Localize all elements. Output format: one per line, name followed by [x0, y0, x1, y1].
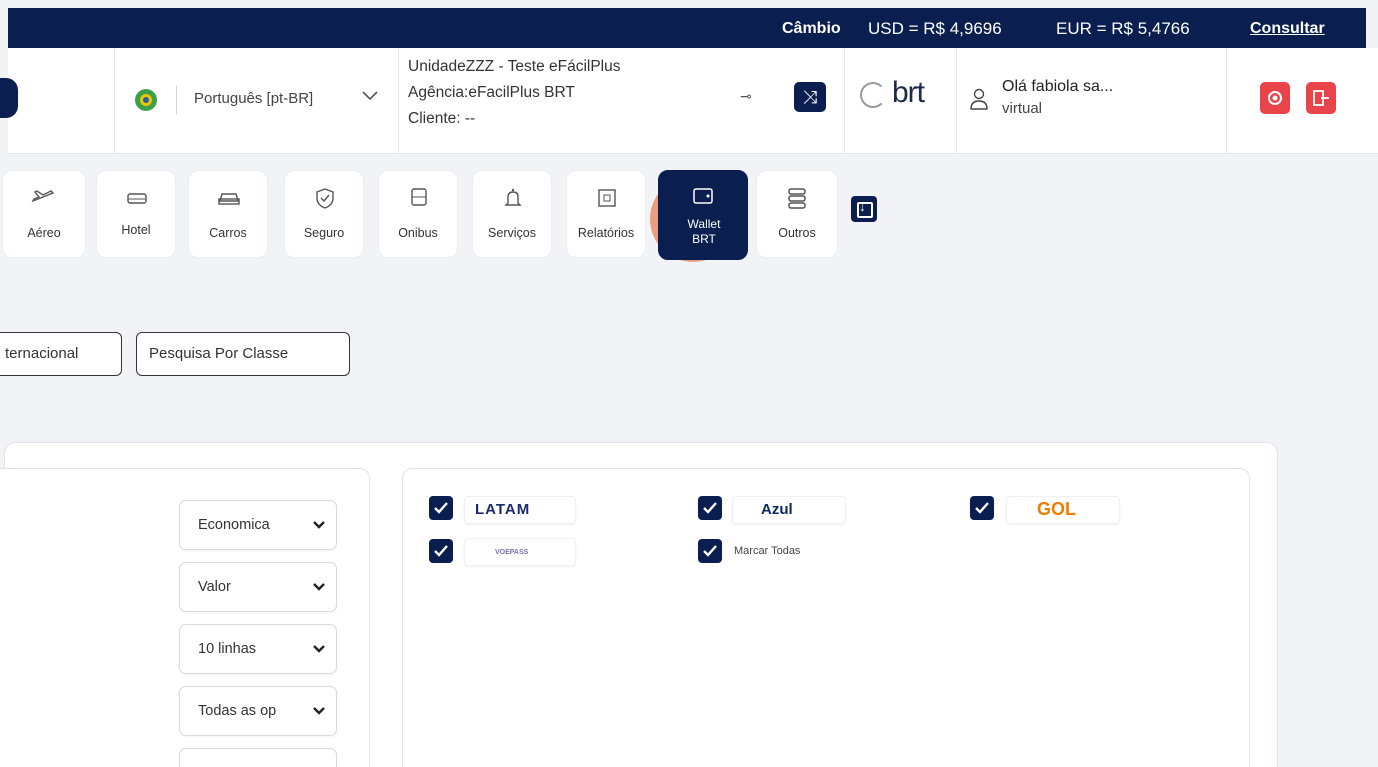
- usd-rate: USD = R$ 4,9696: [868, 19, 1002, 38]
- sort-value: Valor: [198, 579, 231, 595]
- session-info: UnidadeZZZ - Teste eFácilPlus Agência:eF…: [408, 54, 621, 132]
- header-divider: [844, 48, 845, 154]
- bed-icon: [127, 193, 147, 204]
- module-label: Wallet BRT: [687, 217, 721, 246]
- module-carros[interactable]: Carros: [188, 170, 268, 258]
- module-hotel[interactable]: Hotel: [96, 170, 176, 258]
- unit-name: UnidadeZZZ - Teste eFácilPlus: [408, 58, 621, 75]
- sort-select[interactable]: Valor: [179, 562, 337, 612]
- logout-button[interactable]: [1306, 82, 1336, 114]
- module-label: Onibus: [398, 226, 438, 240]
- exchange-label: Câmbio: [782, 20, 841, 37]
- bell-icon: [504, 188, 522, 206]
- module-aereo[interactable]: Aéreo: [2, 170, 86, 258]
- bus-icon: [411, 188, 427, 206]
- settings-button[interactable]: [1260, 82, 1290, 114]
- header-divider: [398, 48, 399, 154]
- consult-link[interactable]: Consultar: [1250, 20, 1325, 38]
- logout-icon: [1313, 90, 1329, 106]
- azul-checkbox[interactable]: [698, 496, 722, 520]
- check-icon: [975, 502, 989, 514]
- chevron-down-icon: [313, 521, 325, 529]
- gol-label: GOL: [1037, 499, 1076, 519]
- brand-text: brt: [892, 76, 925, 109]
- chevron-down-icon: [313, 707, 325, 715]
- agency-name: Agência:eFacilPlus BRT: [408, 84, 575, 101]
- module-label: Relatórios: [577, 226, 635, 240]
- gear-icon: [1268, 91, 1282, 105]
- chevron-down-icon: [313, 583, 325, 591]
- check-icon: [434, 502, 448, 514]
- wallet-icon: [693, 188, 713, 204]
- module-seguro[interactable]: Seguro: [284, 170, 364, 258]
- module-label: Seguro: [303, 226, 345, 240]
- voepass-logo: VOEPASS: [464, 538, 576, 566]
- options-select[interactable]: Todas as op: [179, 686, 337, 736]
- gol-checkbox[interactable]: [970, 496, 994, 520]
- extra-select[interactable]: [179, 748, 337, 767]
- report-icon: [598, 189, 616, 207]
- voepass-label: VOEPASS: [495, 549, 529, 556]
- class-search-button[interactable]: Pesquisa Por Classe: [136, 332, 350, 376]
- module-label: Serviços: [488, 226, 536, 240]
- client-name: Cliente: --: [408, 110, 476, 127]
- car-icon: [218, 193, 240, 205]
- module-onibus[interactable]: Onibus: [378, 170, 458, 258]
- rows-select[interactable]: 10 linhas: [179, 624, 337, 674]
- module-relatorios[interactable]: Relatórios: [566, 170, 646, 258]
- switch-session-button[interactable]: ⤨: [794, 82, 826, 112]
- shield-icon: [316, 188, 334, 209]
- rows-value: 10 linhas: [198, 641, 257, 657]
- select-all-checkbox[interactable]: [698, 539, 722, 563]
- gol-logo: GOL: [1006, 496, 1120, 524]
- download-button[interactable]: [851, 196, 877, 222]
- eur-rate: EUR = R$ 5,4766: [1056, 19, 1190, 38]
- options-value: Todas as op: [198, 703, 277, 719]
- app-header: Português [pt-BR] UnidadeZZZ - Teste eFá…: [0, 48, 1378, 154]
- latam-label: LATAM: [475, 501, 531, 518]
- language-separator: [176, 86, 177, 114]
- brt-logo: brt: [860, 76, 946, 116]
- chevron-down-icon[interactable]: [361, 89, 379, 103]
- check-icon: [703, 545, 717, 557]
- voepass-checkbox[interactable]: [429, 539, 453, 563]
- exchange-bar: Câmbio USD = R$ 4,9696 EUR = R$ 5,4766 C…: [8, 8, 1366, 48]
- language-flag-icon[interactable]: [135, 89, 157, 111]
- azul-label: Azul: [761, 501, 793, 518]
- user-role: virtual: [1002, 100, 1043, 117]
- module-label: Carros: [209, 226, 247, 240]
- user-greeting[interactable]: Olá fabiola sa...: [1002, 78, 1113, 96]
- cabin-select[interactable]: Economica: [179, 500, 337, 550]
- module-label: Outros: [778, 226, 816, 240]
- module-outros[interactable]: Outros: [756, 170, 838, 258]
- module-servicos[interactable]: Serviços: [472, 170, 552, 258]
- cabin-value: Economica: [198, 517, 270, 533]
- chevron-down-icon: [313, 645, 325, 653]
- plug-icon: ⊸: [740, 88, 752, 104]
- header-divider: [956, 48, 957, 154]
- check-icon: [703, 502, 717, 514]
- module-label: Hotel: [121, 223, 151, 237]
- language-selector[interactable]: Português [pt-BR]: [194, 90, 313, 107]
- logo-mark-icon: [860, 82, 886, 108]
- user-icon: [970, 88, 988, 110]
- check-icon: [434, 545, 448, 557]
- header-divider: [1226, 48, 1227, 154]
- header-divider: [114, 48, 115, 154]
- select-all-label[interactable]: Marcar Todas: [734, 545, 800, 557]
- international-search-button[interactable]: ternacional: [0, 332, 122, 376]
- latam-checkbox[interactable]: [429, 496, 453, 520]
- module-label: Aéreo: [27, 226, 61, 240]
- plane-icon: [31, 190, 55, 203]
- azul-logo: Azul: [732, 496, 846, 524]
- stack-icon: [788, 188, 806, 209]
- latam-logo: LATAM: [464, 496, 576, 524]
- module-wallet-brt[interactable]: Wallet BRT: [658, 170, 748, 260]
- menu-toggle[interactable]: [0, 78, 18, 118]
